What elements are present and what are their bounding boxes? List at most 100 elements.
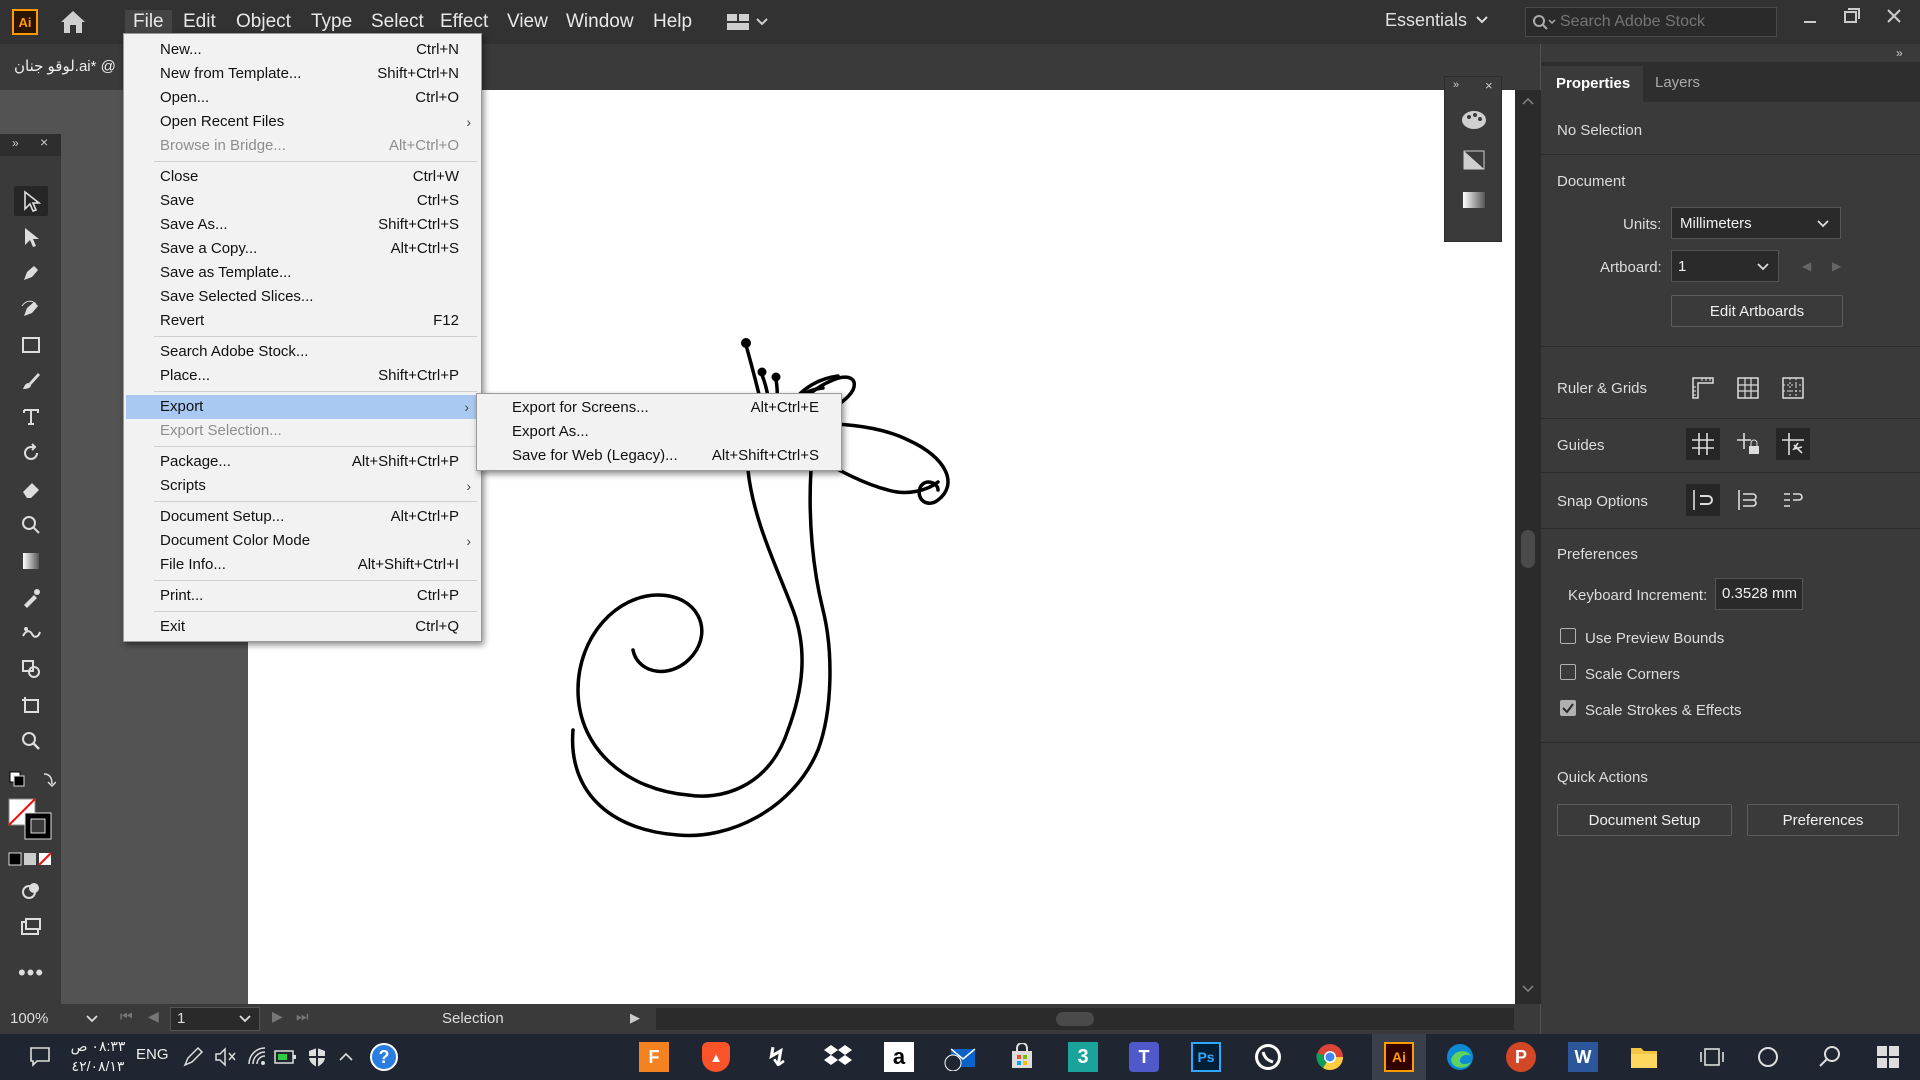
pen-tool-icon[interactable] [14,258,48,288]
menu-view[interactable]: View [507,10,548,34]
fill-stroke-swatch[interactable] [8,798,54,842]
taskbar-powerpoint-icon[interactable]: P [1503,1039,1539,1075]
taskbar-mail-icon[interactable] [942,1039,978,1075]
pen-icon[interactable] [182,1046,204,1068]
document-tab[interactable]: لوقو جنان.ai* @ [0,50,125,84]
artboard-nav-first-icon[interactable]: ⏮ [120,1008,133,1025]
puppet-warp-tool-icon[interactable] [14,618,48,648]
taskbar-amazon-icon[interactable]: a [881,1039,917,1075]
transparency-icon[interactable] [1459,147,1489,173]
scale-corners-checkbox[interactable] [1560,664,1576,680]
swap-fill-stroke-icon[interactable] [8,770,57,790]
menu-item-open-recent[interactable]: Open Recent Files › [124,110,481,134]
maximize-button[interactable] [1842,6,1862,26]
taskbar-dropbox-icon[interactable] [820,1039,856,1075]
document-setup-button[interactable]: Document Setup [1557,804,1732,836]
menu-item-revert[interactable]: Revert F12 [124,309,481,333]
more-tools-icon[interactable]: ••• [14,958,48,988]
artboard-next-icon[interactable]: ▶ [1832,259,1841,273]
scroll-thumb[interactable] [1056,1012,1094,1026]
submenu-item-export-as[interactable]: Export As... [477,420,841,444]
color-mode-icons[interactable] [8,852,54,866]
taskbar-file-explorer-icon[interactable] [1626,1039,1662,1075]
horizontal-scrollbar[interactable] [656,1008,1514,1030]
snap-to-pixel-icon[interactable] [1731,484,1765,516]
units-select[interactable]: Millimeters [1671,207,1841,239]
gradient-tool-icon[interactable] [14,546,48,576]
menu-edit[interactable]: Edit [183,10,216,34]
close-panel-icon[interactable]: × [1485,78,1493,93]
arrange-documents-icon[interactable] [726,12,772,32]
submenu-item-export-for-screens[interactable]: Export for Screens... Alt+Ctrl+E [477,396,841,420]
taskbar-teams-icon[interactable]: T [1126,1039,1162,1075]
ruler-icon[interactable] [1686,372,1720,404]
screen-mode-icon[interactable] [14,912,48,942]
tab-properties[interactable]: Properties [1541,66,1643,102]
artboard-nav-last-icon[interactable]: ⏭ [296,1008,309,1025]
eraser-tool-icon[interactable] [14,474,48,504]
snap-to-glyph-icon[interactable] [1776,484,1810,516]
taskbar-illustrator-icon[interactable]: Ai [1381,1039,1417,1075]
submenu-item-save-for-web[interactable]: Save for Web (Legacy)... Alt+Shift+Ctrl+S [477,444,841,468]
width-tool-icon[interactable] [14,510,48,540]
color-guide-icon[interactable] [1459,107,1489,133]
expand-panels-icon[interactable]: » [1453,79,1459,91]
vertical-scrollbar[interactable] [1515,90,1541,1004]
volume-muted-icon[interactable] [214,1046,238,1068]
artboard-prev-icon[interactable]: ◀ [1802,259,1811,273]
help-icon[interactable]: ? [370,1043,398,1071]
taskbar-sketch-icon[interactable]: ↯ [759,1039,795,1075]
taskbar-brave-icon[interactable]: ▲ [698,1039,734,1075]
selection-tool-icon[interactable] [14,186,48,216]
zoom-level[interactable]: 100% [10,1010,48,1027]
menu-file[interactable]: File [125,10,172,34]
scroll-thumb[interactable] [1521,530,1535,568]
paintbrush-tool-icon[interactable] [14,366,48,396]
app-logo[interactable]: Ai [12,9,38,35]
chevron-down-icon[interactable] [238,1012,252,1030]
curvature-tool-icon[interactable] [14,294,48,324]
collapse-tools-icon[interactable]: » [12,136,19,150]
menu-select[interactable]: Select [371,10,424,34]
search-input[interactable] [1560,12,1770,32]
menu-item-save[interactable]: Save Ctrl+S [124,189,481,213]
clock-date[interactable]: ٤٢/٠٨/١٣ [68,1058,128,1075]
gradient-icon[interactable] [1459,187,1489,213]
menu-item-save-as[interactable]: Save As... Shift+Ctrl+S [124,213,481,237]
menu-item-scripts[interactable]: Scripts › [124,474,481,498]
taskbar-fusion-icon[interactable]: F [636,1039,672,1075]
menu-item-document-setup[interactable]: Document Setup... Alt+Ctrl+P [124,505,481,529]
wifi-icon[interactable] [246,1046,268,1068]
zoom-tool-icon[interactable] [14,726,48,756]
menu-item-search-adobe-stock[interactable]: Search Adobe Stock... [124,340,481,364]
taskbar-whatsapp-icon[interactable] [1250,1039,1286,1075]
workspace-switcher[interactable]: Essentials [1385,10,1467,31]
menu-item-print[interactable]: Print... Ctrl+P [124,584,481,608]
rotate-tool-icon[interactable] [14,438,48,468]
direct-selection-tool-icon[interactable] [14,222,48,252]
scale-strokes-checkbox[interactable] [1560,700,1576,716]
grid-icon[interactable] [1731,372,1765,404]
menu-item-close[interactable]: Close Ctrl+W [124,165,481,189]
rectangle-tool-icon[interactable] [14,330,48,360]
close-window-button[interactable] [1884,6,1904,26]
taskbar-search-icon[interactable] [1812,1039,1848,1075]
preferences-button[interactable]: Preferences [1747,804,1899,836]
eyedropper-tool-icon[interactable] [14,582,48,612]
menu-item-new-from-template[interactable]: New from Template... Shift+Ctrl+N [124,62,481,86]
battery-icon[interactable] [274,1048,298,1066]
home-icon[interactable] [58,8,88,36]
menu-item-exit[interactable]: Exit Ctrl+Q [124,615,481,639]
lock-guides-icon[interactable] [1731,428,1765,460]
taskbar-chrome-icon[interactable] [1312,1039,1348,1075]
language-indicator[interactable]: ENG [136,1046,169,1063]
artboard-nav-next-icon[interactable]: ▶ [272,1008,283,1025]
taskbar-word-icon[interactable]: W [1565,1039,1601,1075]
close-tools-icon[interactable]: × [40,134,48,150]
use-preview-bounds-checkbox[interactable] [1560,628,1576,644]
draw-mode-icon[interactable] [14,876,48,906]
type-tool-icon[interactable] [14,402,48,432]
menu-item-place[interactable]: Place... Shift+Ctrl+P [124,364,481,388]
menu-type[interactable]: Type [311,10,352,34]
menu-item-save-selected-slices[interactable]: Save Selected Slices... [124,285,481,309]
